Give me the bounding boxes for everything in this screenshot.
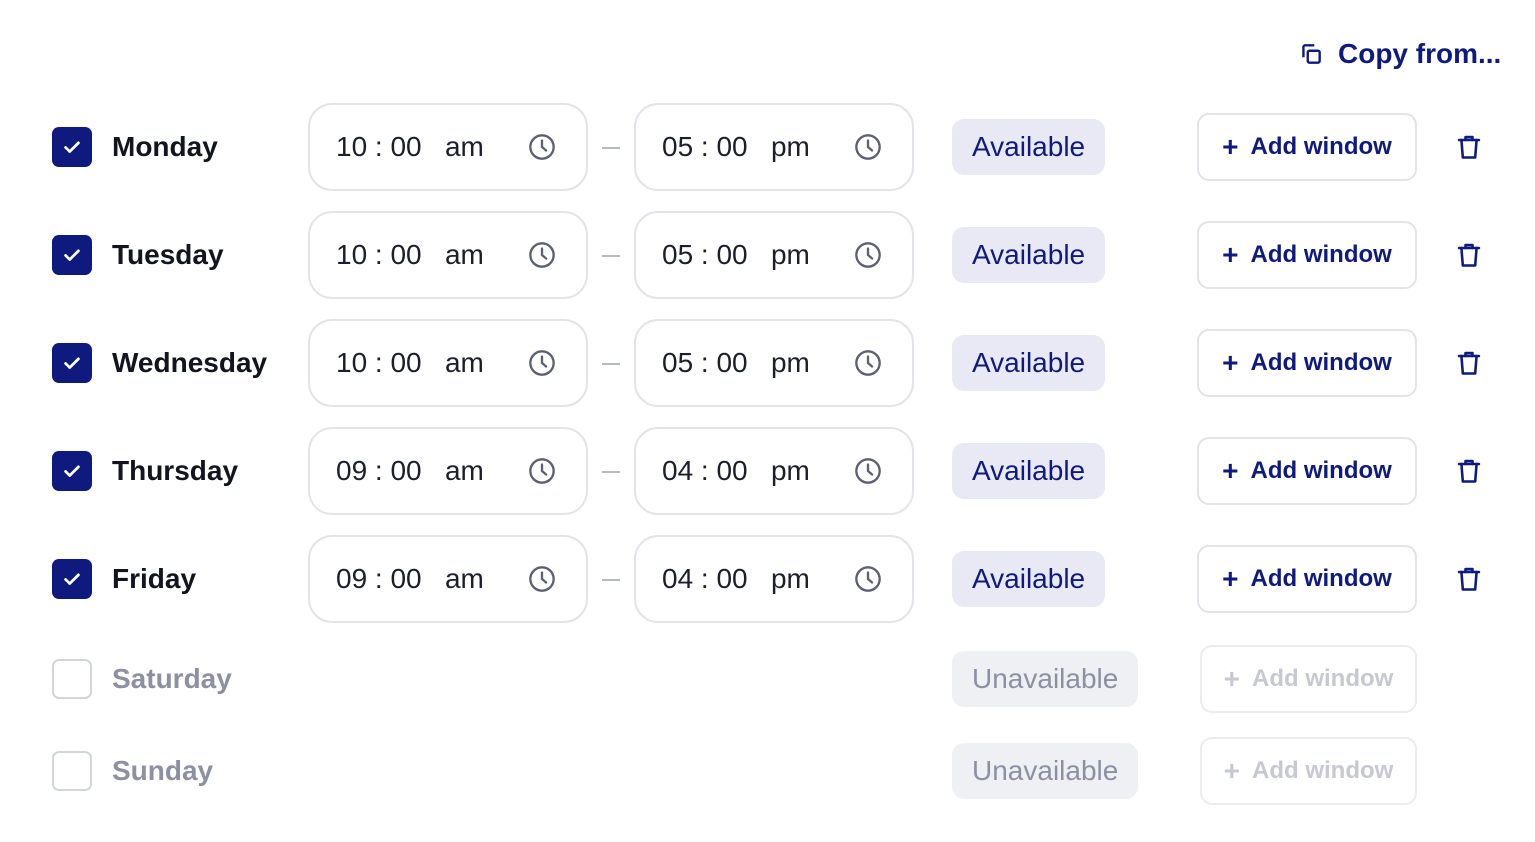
plus-icon: +: [1223, 755, 1241, 786]
day-label: Monday: [112, 131, 218, 162]
day-label: Wednesday: [112, 347, 268, 378]
trash-icon[interactable]: [1455, 565, 1483, 593]
clock-icon: [529, 242, 555, 268]
status-badge: Available: [952, 227, 1106, 283]
start-time-value: 09 : 00 am: [336, 563, 484, 594]
plus-icon: +: [1222, 131, 1239, 162]
end-time-input[interactable]: 05 : 00 pm: [634, 211, 914, 299]
trash-icon[interactable]: [1455, 349, 1483, 377]
start-time-input[interactable]: 10 : 00 am: [308, 103, 588, 191]
end-time-input[interactable]: 05 : 00 pm: [634, 319, 914, 407]
start-time-value: 10 : 00 am: [336, 131, 484, 162]
add-window-label: Add window: [1250, 241, 1392, 268]
day-checkbox[interactable]: [52, 343, 92, 383]
add-window-button[interactable]: + Add window: [1197, 113, 1417, 181]
add-window-button[interactable]: + Add window: [1200, 737, 1417, 805]
end-time-value: 05 : 00 pm: [662, 347, 810, 378]
copy-from-label: Copy from...: [1338, 38, 1502, 69]
copy-from-button[interactable]: Copy from...: [1298, 36, 1501, 72]
start-time-value: 10 : 00 am: [336, 239, 484, 270]
day-checkbox[interactable]: [52, 751, 92, 791]
day-checkbox[interactable]: [52, 235, 92, 275]
check-icon: [64, 573, 80, 585]
check-icon: [64, 249, 80, 261]
trash-icon[interactable]: [1455, 241, 1483, 269]
check-icon: [64, 465, 80, 477]
start-time-value: 09 : 00 am: [336, 455, 484, 486]
day-label: Sunday: [112, 755, 214, 786]
end-time-input[interactable]: 04 : 00 pm: [634, 427, 914, 515]
time-range-dash: [602, 255, 620, 257]
status-badge: Unavailable: [952, 743, 1139, 799]
day-label: Tuesday: [112, 239, 224, 270]
add-window-button[interactable]: + Add window: [1197, 221, 1417, 289]
clock-icon: [855, 134, 881, 160]
clock-icon: [855, 242, 881, 268]
status-badge: Available: [952, 443, 1106, 499]
add-window-label: Add window: [1250, 133, 1392, 160]
add-window-label: Add window: [1250, 349, 1392, 376]
start-time-input[interactable]: 09 : 00 am: [308, 535, 588, 623]
day-checkbox[interactable]: [52, 659, 92, 699]
clock-icon: [529, 134, 555, 160]
day-checkbox[interactable]: [52, 127, 92, 167]
add-window-button[interactable]: + Add window: [1200, 645, 1417, 713]
check-icon: [64, 357, 80, 369]
clock-icon: [855, 458, 881, 484]
time-range-dash: [602, 147, 620, 149]
add-window-label: Add window: [1250, 565, 1392, 592]
plus-icon: +: [1222, 455, 1239, 486]
trash-icon[interactable]: [1455, 457, 1483, 485]
day-label: Saturday: [112, 663, 232, 694]
time-range-dash: [602, 363, 620, 365]
day-label: Friday: [112, 563, 197, 594]
plus-icon: +: [1222, 239, 1239, 270]
status-badge: Unavailable: [952, 651, 1139, 707]
time-range-dash: [602, 579, 620, 581]
clock-icon: [529, 566, 555, 592]
plus-icon: +: [1222, 347, 1239, 378]
start-time-input[interactable]: 09 : 00 am: [308, 427, 588, 515]
time-range-dash: [602, 471, 620, 473]
status-badge: Available: [952, 119, 1106, 175]
add-window-button[interactable]: + Add window: [1197, 545, 1417, 613]
status-badge: Available: [952, 335, 1106, 391]
end-time-input[interactable]: 05 : 00 pm: [634, 103, 914, 191]
plus-icon: +: [1223, 663, 1241, 694]
status-badge: Available: [952, 551, 1106, 607]
clock-icon: [529, 350, 555, 376]
add-window-button[interactable]: + Add window: [1197, 437, 1417, 505]
copy-icon: [1302, 44, 1321, 64]
end-time-input[interactable]: 04 : 00 pm: [634, 535, 914, 623]
weekly-availability-editor: Copy from... Monday 10 : 00 am 05 : 00 p…: [0, 0, 1535, 842]
add-window-label: Add window: [1252, 757, 1394, 784]
check-icon: [64, 141, 80, 153]
start-time-value: 10 : 00 am: [336, 347, 484, 378]
add-window-label: Add window: [1250, 457, 1392, 484]
end-time-value: 04 : 00 pm: [662, 563, 810, 594]
end-time-value: 05 : 00 pm: [662, 131, 810, 162]
start-time-input[interactable]: 10 : 00 am: [308, 319, 588, 407]
day-checkbox[interactable]: [52, 451, 92, 491]
clock-icon: [855, 566, 881, 592]
clock-icon: [529, 458, 555, 484]
end-time-value: 04 : 00 pm: [662, 455, 810, 486]
clock-icon: [855, 350, 881, 376]
trash-icon[interactable]: [1455, 133, 1483, 161]
plus-icon: +: [1222, 563, 1239, 594]
add-window-label: Add window: [1252, 665, 1394, 692]
day-label: Thursday: [112, 455, 239, 486]
add-window-button[interactable]: + Add window: [1197, 329, 1417, 397]
end-time-value: 05 : 00 pm: [662, 239, 810, 270]
day-checkbox[interactable]: [52, 559, 92, 599]
start-time-input[interactable]: 10 : 00 am: [308, 211, 588, 299]
